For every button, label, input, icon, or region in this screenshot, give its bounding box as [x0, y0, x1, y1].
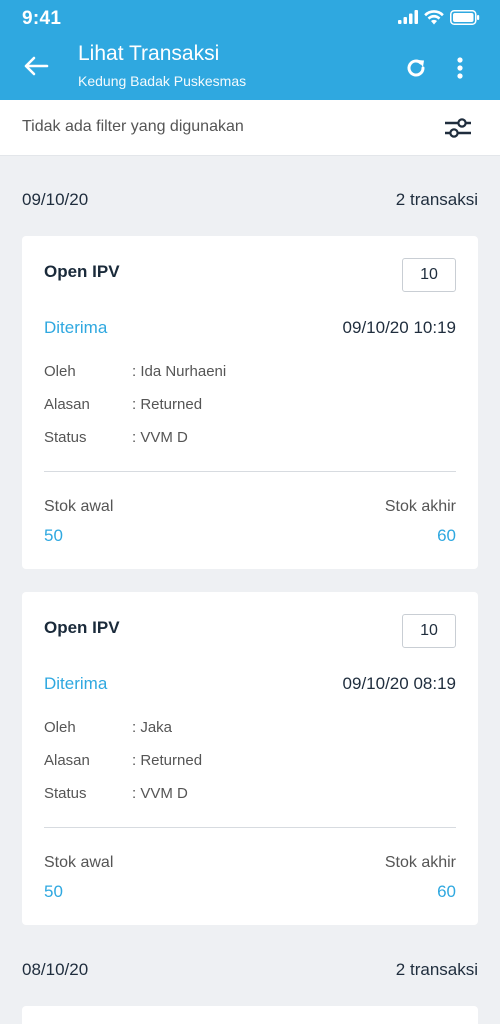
- refresh-button[interactable]: [400, 52, 432, 84]
- stok-awal-value: 50: [44, 526, 63, 545]
- page-subtitle: Kedung Badak Puskesmas: [78, 73, 247, 89]
- transaction-card[interactable]: Open IPV 10 Diterima 09/10/20 08:19 Oleh…: [22, 592, 478, 925]
- material-name: Open IPV: [44, 262, 120, 281]
- detail-value: : VVM D: [132, 785, 188, 802]
- stok-awal-label: Stok awal: [44, 498, 114, 515]
- stok-akhir-value: 60: [437, 882, 456, 901]
- detail-row-status: Status : VVM D: [44, 429, 188, 446]
- battery-icon: [450, 9, 480, 25]
- transaction-card[interactable]: [22, 1006, 478, 1024]
- detail-label: Oleh: [44, 719, 76, 736]
- detail-value: : Jaka: [132, 719, 173, 736]
- date-group-header: 09/10/20 2 transaksi: [0, 182, 500, 222]
- quantity-badge: 10: [402, 614, 456, 648]
- stok-awal-value: 50: [44, 882, 63, 901]
- detail-value: : VVM D: [132, 429, 188, 446]
- filter-bar: Tidak ada filter yang digunakan: [0, 100, 500, 156]
- material-name: Open IPV: [44, 618, 120, 637]
- detail-label: Alasan: [44, 752, 90, 769]
- detail-label: Alasan: [44, 396, 90, 413]
- signal-icon: [398, 10, 418, 24]
- status-icons: [398, 8, 480, 26]
- divider: [44, 471, 456, 472]
- detail-row-alasan: Alasan : Returned: [44, 396, 202, 413]
- app-bar: Lihat Transaksi Kedung Badak Puskesmas: [0, 34, 500, 100]
- more-vertical-icon: [457, 57, 463, 79]
- date-group-header: 08/10/20 2 transaksi: [0, 952, 500, 992]
- detail-row-status: Status : VVM D: [44, 785, 188, 802]
- filter-status-text: Tidak ada filter yang digunakan: [22, 118, 244, 135]
- stok-akhir-label: Stok akhir: [384, 498, 456, 515]
- quantity-badge: 10: [402, 258, 456, 292]
- refresh-icon: [407, 59, 425, 77]
- detail-value: : Returned: [132, 752, 203, 769]
- app-header: 9:41 Lihat Transaksi Kedung Badak Puskes…: [0, 0, 500, 100]
- status-time: 9:41: [22, 8, 62, 29]
- status-bar: 9:41: [0, 0, 500, 34]
- back-button[interactable]: [16, 48, 56, 84]
- detail-value: : Returned: [132, 396, 203, 413]
- transaction-card[interactable]: Open IPV 10 Diterima 09/10/20 10:19 Oleh…: [22, 236, 478, 569]
- detail-row-alasan: Alasan : Returned: [44, 752, 202, 769]
- group-date: 09/10/20: [22, 190, 89, 209]
- stok-akhir-value: 60: [437, 526, 456, 545]
- detail-row-oleh: Oleh : Ida Nurhaeni: [44, 363, 226, 380]
- divider: [44, 827, 456, 828]
- wifi-icon: [424, 9, 444, 24]
- page-title: Lihat Transaksi: [78, 42, 220, 65]
- arrow-left-icon: [24, 56, 49, 76]
- group-date: 08/10/20: [22, 960, 89, 979]
- stok-awal-label: Stok awal: [44, 854, 114, 871]
- detail-value: : Ida Nurhaeni: [132, 363, 227, 380]
- stok-akhir-label: Stok akhir: [384, 854, 456, 871]
- detail-label: Status: [44, 429, 87, 446]
- transaction-type: Diterima: [44, 318, 108, 337]
- transaction-type: Diterima: [44, 674, 108, 693]
- sliders-icon: [445, 118, 471, 138]
- filter-button[interactable]: [440, 112, 476, 144]
- detail-label: Oleh: [44, 363, 76, 380]
- transaction-datetime: 09/10/20 10:19: [342, 318, 456, 337]
- transaction-datetime: 09/10/20 08:19: [342, 674, 456, 693]
- more-options-button[interactable]: [444, 52, 476, 84]
- group-transaction-count: 2 transaksi: [395, 960, 478, 979]
- detail-row-oleh: Oleh : Jaka: [44, 719, 172, 736]
- detail-label: Status: [44, 785, 87, 802]
- group-transaction-count: 2 transaksi: [395, 190, 478, 209]
